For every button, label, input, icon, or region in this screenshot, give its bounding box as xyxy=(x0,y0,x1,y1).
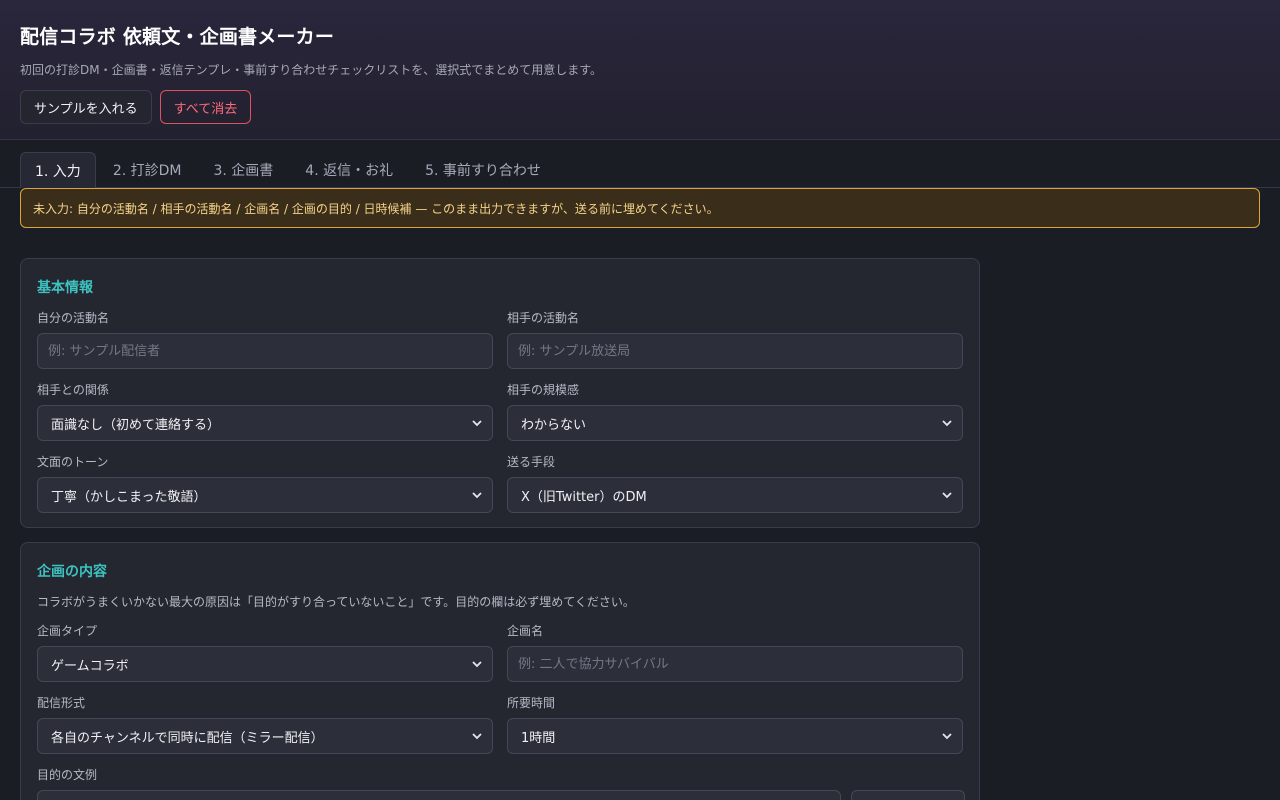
tab-reply-thanks[interactable]: 4. 返信・お礼 xyxy=(290,151,408,187)
app-title: 配信コラボ 依頼文・企画書メーカー xyxy=(20,26,335,48)
app-subtitle: 初回の打診DM・企画書・返信テンプレ・事前すり合わせチェックリストを、選択式でま… xyxy=(20,63,603,77)
field-label: 文面のトーン xyxy=(37,455,109,469)
card-title: 基本情報 xyxy=(37,280,93,296)
field-label: 企画タイプ xyxy=(37,624,98,638)
field-label: 配信形式 xyxy=(37,696,86,710)
stream-format-select[interactable]: 各自のチャンネルで同時に配信（ミラー配信） xyxy=(37,718,493,754)
field-label: 相手との関係 xyxy=(37,383,109,397)
insert-sample-button[interactable]: サンプルを入れる xyxy=(20,90,152,124)
tab-input[interactable]: 1. 入力 xyxy=(20,152,96,188)
field-label: 送る手段 xyxy=(507,455,556,469)
channel-select[interactable]: X（旧Twitter）のDM xyxy=(507,477,963,513)
field-label: 所要時間 xyxy=(507,696,556,710)
purpose-insert-button[interactable] xyxy=(851,790,965,800)
scale-select[interactable]: わからない xyxy=(507,405,963,441)
self-name-input[interactable] xyxy=(37,333,493,369)
clear-all-button[interactable]: すべて消去 xyxy=(159,90,252,124)
missing-fields-warning: 未入力: 自分の活動名 / 相手の活動名 / 企画名 / 企画の目的 / 日時候… xyxy=(20,188,1260,228)
field-label: 企画名 xyxy=(507,624,544,638)
basic-info-card: 基本情報 自分の活動名 相手の活動名 相手との関係 面識なし（初めて連絡する） … xyxy=(20,258,980,528)
purpose-example-select[interactable] xyxy=(37,790,841,800)
card-title: 企画の内容 xyxy=(37,564,107,580)
tab-proposal[interactable]: 3. 企画書 xyxy=(198,151,288,187)
field-label: 自分の活動名 xyxy=(37,311,110,325)
tone-select[interactable]: 丁寧（かしこまった敬語） xyxy=(37,477,493,513)
tab-bar: 1. 入力 2. 打診DM 3. 企画書 4. 返信・お礼 5. 事前すり合わせ xyxy=(0,140,1280,188)
duration-select[interactable]: 1時間 xyxy=(507,718,963,754)
field-label: 相手の規模感 xyxy=(507,383,580,397)
plan-type-select[interactable]: ゲームコラボ xyxy=(37,646,493,682)
purpose-example-row xyxy=(37,790,965,800)
partner-name-input[interactable] xyxy=(507,333,963,369)
plan-name-input[interactable] xyxy=(507,646,963,682)
field-label: 相手の活動名 xyxy=(507,311,580,325)
tab-pre-alignment[interactable]: 5. 事前すり合わせ xyxy=(410,151,556,187)
app-header: 配信コラボ 依頼文・企画書メーカー 初回の打診DM・企画書・返信テンプレ・事前す… xyxy=(0,0,1280,140)
card-note: コラボがうまくいかない最大の原因は「目的がすり合っていないこと」です。目的の欄は… xyxy=(37,595,635,609)
tab-outreach-dm[interactable]: 2. 打診DM xyxy=(98,151,197,187)
header-actions: サンプルを入れる すべて消去 xyxy=(20,90,1260,124)
field-label: 目的の文例 xyxy=(37,768,98,782)
relation-select[interactable]: 面識なし（初めて連絡する） xyxy=(37,405,493,441)
main-content: 基本情報 自分の活動名 相手の活動名 相手との関係 面識なし（初めて連絡する） … xyxy=(0,228,1280,800)
plan-card: 企画の内容 コラボがうまくいかない最大の原因は「目的がすり合っていないこと」です… xyxy=(20,542,980,800)
